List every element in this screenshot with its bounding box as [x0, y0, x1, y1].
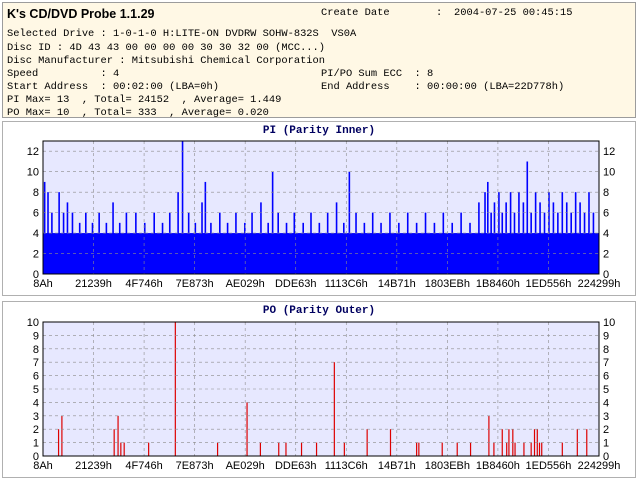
x-tick-label: 8Ah	[33, 460, 53, 472]
y-tick-label-left: 10	[27, 167, 39, 179]
y-tick-label-right: 3	[603, 411, 609, 423]
y-tick-label-right: 6	[603, 371, 609, 383]
x-tick-label: 7E873h	[176, 278, 214, 290]
create-date-sep: :	[436, 7, 443, 19]
y-tick-label-right: 8	[603, 187, 609, 199]
sum-ecc: PI/PO Sum ECC : 8	[321, 68, 434, 80]
y-tick-label-left: 5	[33, 384, 39, 396]
y-tick-label-right: 2	[603, 249, 609, 261]
selected-drive: Selected Drive : 1-0-1-0 H:LITE-ON DVDRW…	[7, 28, 357, 40]
app-title: K's CD/DVD Probe 1.1.29	[7, 7, 155, 21]
y-tick-label-left: 7	[33, 357, 39, 369]
y-tick-label-left: 3	[33, 411, 39, 423]
y-tick-label-left: 2	[33, 424, 39, 436]
y-tick-label-right: 4	[603, 228, 609, 240]
x-tick-label: 1B8460h	[476, 460, 520, 472]
x-tick-label: 1ED556h	[526, 278, 572, 290]
y-tick-label-right: 4	[603, 397, 609, 409]
x-tick-label: 14B71h	[378, 460, 416, 472]
x-tick-label: 1803EBh	[425, 278, 470, 290]
y-tick-label-right: 2	[603, 424, 609, 436]
y-tick-label-right: 5	[603, 384, 609, 396]
pi-stats: PI Max= 13 , Total= 24152 , Average= 1.4…	[7, 94, 282, 106]
y-tick-label-right: 10	[603, 167, 615, 179]
x-tick-label: 224299h	[578, 278, 621, 290]
x-tick-label: 1113C6h	[325, 278, 368, 290]
y-tick-label-right: 1	[603, 438, 609, 450]
end-address: End Address : 00:00:00 (LBA=22D778h)	[321, 81, 565, 93]
x-tick-label: AE029h	[226, 278, 265, 290]
po-chart-panel: PO (Parity Outer) 0 0 1 1 2 2 3 3 4 4 5 5 6 6 7 7 8 8 9 9 10…	[2, 301, 636, 478]
x-tick-label: DDE63h	[275, 278, 317, 290]
y-tick-label-right: 9	[603, 330, 609, 342]
x-tick-label: 4F746h	[125, 460, 162, 472]
x-tick-label: 1803EBh	[425, 460, 470, 472]
disc-id: Disc ID : 4D 43 43 00 00 00 00 30 30 32 …	[7, 42, 326, 54]
x-tick-label: 8Ah	[33, 278, 53, 290]
y-tick-label-left: 6	[33, 208, 39, 220]
y-tick-label-left: 2	[33, 249, 39, 261]
x-tick-label: 4F746h	[125, 278, 162, 290]
y-tick-label-left: 6	[33, 371, 39, 383]
x-tick-label: 1ED556h	[526, 460, 572, 472]
y-tick-label-left: 9	[33, 330, 39, 342]
y-tick-label-left: 12	[27, 146, 39, 158]
x-tick-label: 1113C6h	[325, 460, 368, 472]
start-address: Start Address : 00:02:00 (LBA=0h)	[7, 81, 220, 93]
x-tick-label: DDE63h	[275, 460, 317, 472]
po-stats: PO Max= 10 , Total= 333 , Average= 0.020	[7, 107, 269, 119]
x-tick-label: 21239h	[75, 460, 112, 472]
y-tick-label-left: 8	[33, 187, 39, 199]
disc-manufacturer: Disc Manufacturer : Mitsubishi Chemical …	[7, 55, 326, 67]
y-tick-label-left: 1	[33, 438, 39, 450]
pi-chart: 0 02 24 46 68 810 1012 128Ah 21239h 4F746h 7E873h A…	[27, 140, 621, 290]
pi-chart-panel: PI (Parity Inner) 0 0 2 2 4 4 6 6 8 8 10 10 12 12 8Ah 2…	[2, 121, 636, 296]
po-chart: 0 01 12 23 34 45 56 67 78 89 910 108Ah 21239h 4F746h 7…	[27, 317, 621, 472]
x-tick-label: 21239h	[75, 278, 112, 290]
x-tick-label: 1B8460h	[476, 278, 520, 290]
y-tick-label-right: 10	[603, 317, 615, 329]
x-tick-label: AE029h	[226, 460, 265, 472]
x-tick-label: 7E873h	[176, 460, 214, 472]
x-tick-label: 14B71h	[378, 278, 416, 290]
y-tick-label-left: 4	[33, 228, 39, 240]
y-tick-label-left: 4	[33, 397, 39, 409]
y-tick-label-left: 8	[33, 344, 39, 356]
x-tick-label: 224299h	[578, 460, 621, 472]
create-date-label: Create Date	[321, 7, 390, 19]
y-tick-label-right: 8	[603, 344, 609, 356]
speed: Speed : 4	[7, 68, 120, 80]
y-tick-label-right: 12	[603, 146, 615, 158]
create-date-value: 2004-07-25 00:45:15	[454, 7, 573, 19]
y-tick-label-right: 7	[603, 357, 609, 369]
disc-info-panel: K's CD/DVD Probe 1.1.29 Create Date : 20…	[2, 2, 636, 119]
y-tick-label-right: 6	[603, 208, 609, 220]
y-tick-label-left: 10	[27, 317, 39, 329]
